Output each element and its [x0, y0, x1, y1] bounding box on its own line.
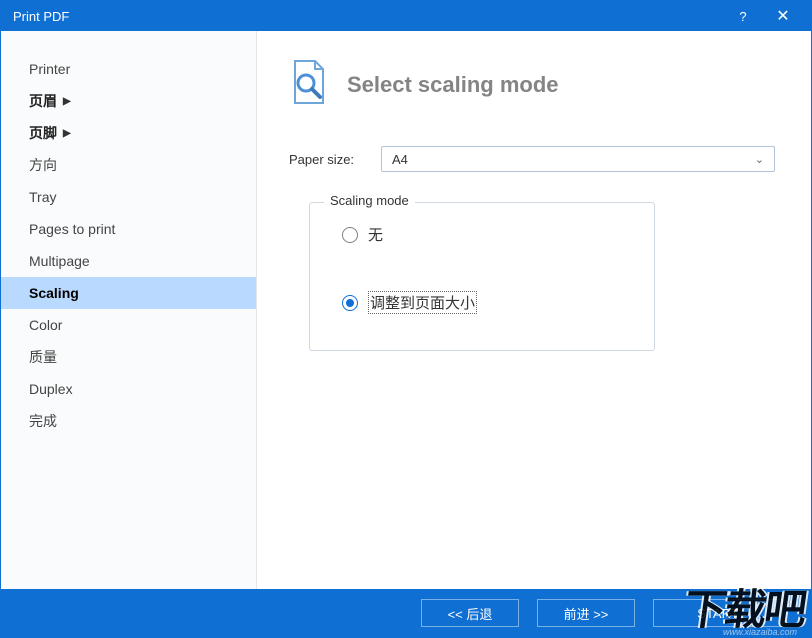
help-icon: ?	[739, 9, 746, 24]
scaling-mode-fieldset: Scaling mode 无 调整到页面大小	[309, 202, 655, 351]
titlebar: Print PDF ? ✕	[1, 1, 811, 31]
sidebar-item-tray[interactable]: Tray	[1, 181, 256, 213]
fieldset-legend: Scaling mode	[324, 193, 415, 208]
radio-fit-to-page[interactable]: 调整到页面大小	[342, 291, 630, 314]
magnifier-page-icon	[289, 59, 329, 110]
chevron-right-icon: ▶	[63, 96, 71, 107]
close-button[interactable]: ✕	[763, 1, 803, 31]
window-title: Print PDF	[13, 9, 723, 24]
next-button[interactable]: 前进 >>	[537, 599, 635, 627]
sidebar-item-finish[interactable]: 完成	[1, 405, 256, 437]
sidebar-item-printer[interactable]: Printer	[1, 53, 256, 85]
chevron-down-icon: ⌄	[755, 153, 764, 166]
help-button[interactable]: ?	[723, 1, 763, 31]
sidebar-item-header[interactable]: 页眉 ▶	[1, 85, 256, 117]
paper-size-select[interactable]: A4 ⌄	[381, 146, 775, 172]
paper-size-label: Paper size:	[289, 152, 367, 167]
sidebar-item-multipage[interactable]: Multipage	[1, 245, 256, 277]
print-pdf-dialog: Print PDF ? ✕ Printer 页眉 ▶ 页脚 ▶ 方向 Tr	[0, 0, 812, 638]
main-panel: Select scaling mode Paper size: A4 ⌄ Sca…	[257, 31, 811, 589]
back-button[interactable]: << 后退	[421, 599, 519, 627]
radio-none[interactable]: 无	[342, 224, 630, 245]
sidebar-item-scaling[interactable]: Scaling	[1, 277, 256, 309]
page-title: Select scaling mode	[347, 72, 559, 98]
start-button[interactable]: START	[653, 599, 783, 627]
sidebar-item-duplex[interactable]: Duplex	[1, 373, 256, 405]
radio-icon	[342, 295, 358, 311]
sidebar: Printer 页眉 ▶ 页脚 ▶ 方向 Tray Pages to print…	[1, 31, 257, 589]
chevron-right-icon: ▶	[63, 128, 71, 139]
close-icon: ✕	[776, 6, 789, 26]
sidebar-item-orientation[interactable]: 方向	[1, 149, 256, 181]
sidebar-item-pages-to-print[interactable]: Pages to print	[1, 213, 256, 245]
sidebar-item-color[interactable]: Color	[1, 309, 256, 341]
sidebar-item-footer[interactable]: 页脚 ▶	[1, 117, 256, 149]
radio-icon	[342, 227, 358, 243]
sidebar-item-quality[interactable]: 质量	[1, 341, 256, 373]
footer: << 后退 前进 >> START	[1, 589, 811, 637]
